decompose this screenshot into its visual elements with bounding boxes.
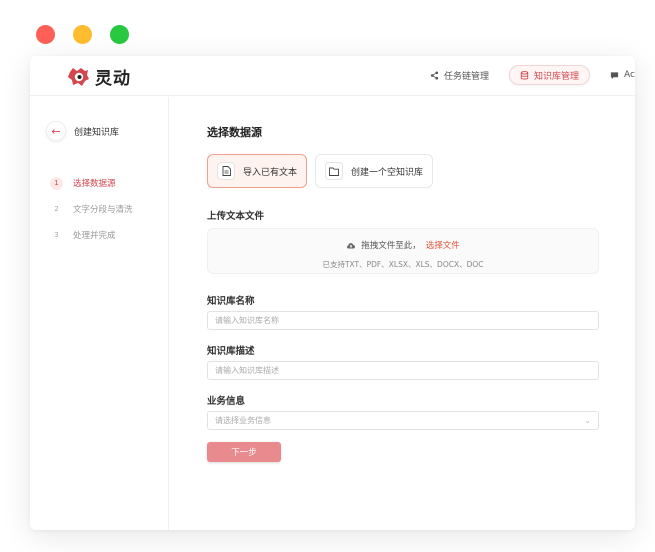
- step-number: 2: [54, 205, 59, 213]
- step-label: 选择数据源: [73, 179, 116, 189]
- option-import-text[interactable]: 导入已有文本: [207, 154, 308, 188]
- upload-text: 拖拽文件至此，: [361, 241, 421, 251]
- name-label: 知识库名称: [207, 296, 255, 307]
- share-icon: [430, 70, 439, 80]
- step-process-finish[interactable]: 3 处理并完成: [50, 222, 133, 248]
- folder-icon: [325, 162, 344, 180]
- upload-hint: 拖拽文件至此， 选择文件: [208, 239, 598, 251]
- cloud-upload-icon: [347, 242, 356, 248]
- maximize-window-button[interactable]: [110, 25, 129, 44]
- minimize-window-button[interactable]: [73, 25, 92, 44]
- arrow-left-icon: ←: [51, 124, 61, 138]
- step-number: 3: [54, 231, 59, 239]
- upload-label: 上传文本文件: [207, 211, 265, 222]
- logo-icon: [68, 67, 89, 86]
- step-label: 处理并完成: [73, 231, 116, 241]
- top-nav: 任务链管理 知识库管理 Ac: [410, 65, 635, 85]
- placeholder: 请输入知识库名称: [215, 316, 279, 325]
- supported-formats: 已支持TXT、PDF、XLSX、XLS、DOCX、DOC: [322, 260, 484, 269]
- app-window: 灵动 任务链管理 知识库管理 Ac ← 创建知识库 1 选择数据源 2 文字分段…: [30, 56, 635, 530]
- nav-item-task-chain[interactable]: 任务链管理: [420, 65, 499, 85]
- back-row: ← 创建知识库: [46, 121, 119, 141]
- step-label: 文字分段与清洗: [73, 205, 133, 215]
- kb-name-input[interactable]: 请输入知识库名称: [207, 311, 599, 330]
- nav-label: Ac: [624, 70, 635, 80]
- placeholder: 请选择业务信息: [215, 416, 271, 425]
- window-controls: [36, 25, 129, 44]
- biz-label: 业务信息: [207, 396, 246, 407]
- top-bar: 灵动 任务链管理 知识库管理 Ac: [30, 56, 635, 96]
- brand-logo[interactable]: 灵动: [67, 64, 131, 89]
- close-window-button[interactable]: [36, 25, 55, 44]
- option-empty-kb[interactable]: 创建一个空知识库: [315, 154, 434, 188]
- upload-dropzone[interactable]: 拖拽文件至此， 选择文件 已支持TXT、PDF、XLSX、XLS、DOCX、DO…: [207, 228, 599, 274]
- biz-info-select[interactable]: 请选择业务信息 ⌄: [207, 411, 599, 430]
- option-label: 创建一个空知识库: [351, 167, 424, 178]
- sidebar: ← 创建知识库 1 选择数据源 2 文字分段与清洗 3 处理并完成: [30, 97, 169, 530]
- document-icon: [217, 162, 235, 180]
- chevron-down-icon: ⌄: [584, 416, 591, 425]
- step-segment-clean[interactable]: 2 文字分段与清洗: [50, 196, 133, 222]
- option-label: 导入已有文本: [243, 167, 298, 178]
- page-title: 选择数据源: [207, 126, 262, 139]
- desc-label: 知识库描述: [207, 346, 255, 357]
- back-button[interactable]: ←: [46, 121, 66, 141]
- nav-item-knowledge-base[interactable]: 知识库管理: [509, 65, 591, 85]
- choose-file-link[interactable]: 选择文件: [426, 239, 460, 251]
- source-options: 导入已有文本 创建一个空知识库: [207, 154, 434, 188]
- brand-name: 灵动: [95, 69, 131, 89]
- next-button[interactable]: 下一步: [207, 442, 281, 462]
- sidebar-title: 创建知识库: [74, 127, 120, 138]
- kb-desc-input[interactable]: 请输入知识库描述: [207, 361, 599, 380]
- chat-icon: [610, 71, 619, 79]
- nav-label: 知识库管理: [534, 71, 580, 82]
- nav-item-more[interactable]: Ac: [600, 65, 635, 85]
- nav-label: 任务链管理: [444, 71, 490, 82]
- placeholder: 请输入知识库描述: [215, 366, 279, 375]
- step-select-source[interactable]: 1 选择数据源: [50, 170, 133, 196]
- database-icon: [520, 70, 529, 79]
- step-number: 1: [50, 176, 63, 190]
- steps: 1 选择数据源 2 文字分段与清洗 3 处理并完成: [50, 170, 133, 248]
